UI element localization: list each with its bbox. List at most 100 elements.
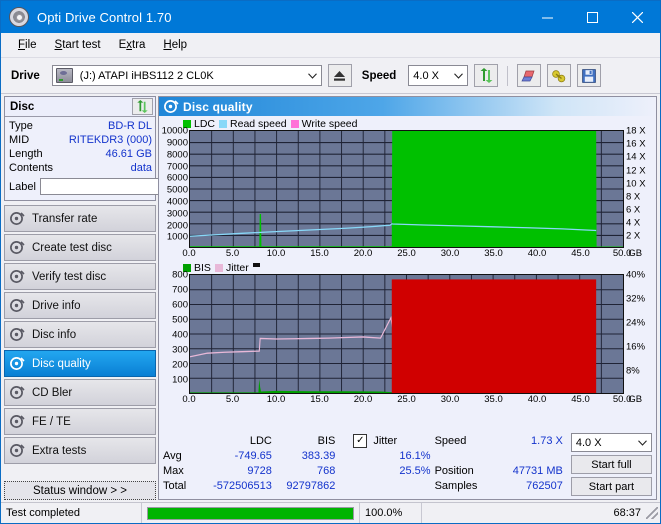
y-tick: 8000 <box>166 149 188 161</box>
save-button[interactable] <box>577 64 602 87</box>
x-axis-unit: GB <box>628 248 643 259</box>
sidebar-item-verify-test-disc[interactable]: Verify test disc <box>4 263 156 290</box>
y-tick: 10000 <box>161 125 188 137</box>
stats-label-avg: Avg <box>163 449 182 462</box>
page-title: Disc quality <box>183 99 253 114</box>
disc-test-icon <box>10 357 25 370</box>
app-body: Disc Type BD-R DL MID RITEKDR3 (000) Len… <box>1 94 660 502</box>
app-icon <box>9 7 29 27</box>
menu-help-rest: elp <box>171 39 188 51</box>
drive-select[interactable]: (J:) ATAPI iHBS112 2 CL0K <box>51 65 322 86</box>
jitter-label: Jitter <box>373 434 398 447</box>
refresh-button[interactable] <box>474 64 499 87</box>
y-tick: 6000 <box>166 172 188 184</box>
drive-icon <box>55 68 73 83</box>
x-tick: 25.0 <box>397 394 416 405</box>
start-part-button[interactable]: Start part <box>570 477 652 496</box>
legend-item-write-speed: Write speed <box>290 117 358 130</box>
jitter-checkbox[interactable]: ✓ <box>353 433 368 448</box>
speed-label: Speed <box>361 69 397 82</box>
menu-file[interactable]: File <box>9 36 46 54</box>
menu-extra-rest: tra <box>132 39 146 51</box>
disc-panel-title: Disc <box>10 100 35 113</box>
legend-swatch-write-speed <box>290 119 299 128</box>
settings-button[interactable] <box>547 64 572 87</box>
stats-jitter-total <box>339 478 434 493</box>
title-bar: Opti Drive Control 1.70 <box>1 1 660 33</box>
x-tick: 45.0 <box>571 248 590 259</box>
stats-col-metric-values: 1.73 X 47731 MB 762507 <box>498 433 567 496</box>
chart2-plot <box>189 274 624 394</box>
y2-tick: 40% <box>626 269 646 281</box>
chart2-x-axis: 0.0 5.0 10.0 15.0 20.0 25.0 30.0 35.0 40.0 45.0 50… <box>182 394 642 407</box>
minimize-button[interactable] <box>525 1 570 33</box>
sidebar-item-drive-info[interactable]: Drive info <box>4 292 156 319</box>
status-window-button[interactable]: Status window > > <box>4 481 156 500</box>
x-tick: 10.0 <box>266 248 286 259</box>
sidebar-item-transfer-rate[interactable]: Transfer rate <box>4 205 156 232</box>
stats-spacer3 <box>498 448 567 463</box>
sidebar-item-disc-quality-label: Disc quality <box>32 357 91 370</box>
y-tick: 2000 <box>166 220 188 232</box>
legend-label-write-speed: Write speed <box>301 117 358 130</box>
menu-start-test[interactable]: Start test <box>46 36 110 54</box>
start-full-button[interactable]: Start full <box>570 455 652 474</box>
elapsed-time: 68:37 <box>421 503 646 523</box>
erase-button[interactable] <box>517 64 542 87</box>
close-button[interactable] <box>615 1 660 33</box>
stats-header-bis: BIS <box>317 434 336 447</box>
menu-extra[interactable]: Extra <box>110 36 155 54</box>
y2-tick: 16% <box>626 341 646 353</box>
legend-swatch-jitter <box>214 263 223 272</box>
maximize-button[interactable] <box>570 1 615 33</box>
sidebar-item-create-test-disc[interactable]: Create test disc <box>4 234 156 261</box>
disc-test-icon <box>10 212 25 225</box>
disc-test-icon <box>10 299 25 312</box>
sidebar-item-disc-info-label: Disc info <box>32 328 77 341</box>
stats-label-samples: Samples <box>434 479 478 492</box>
y-tick: 7000 <box>166 161 188 173</box>
disc-info-rows: Type BD-R DL MID RITEKDR3 (000) Length 4… <box>5 117 241 200</box>
sidebar-item-disc-quality[interactable]: Disc quality <box>4 350 156 377</box>
speed-select[interactable]: 4.0 X <box>408 65 469 86</box>
chart1-legend: LDC Read speed Write speed <box>161 117 654 130</box>
stats-label-speed: Speed <box>434 434 467 447</box>
resize-grip[interactable] <box>646 507 658 519</box>
y2-tick: 14 X <box>626 151 646 163</box>
y-tick: 9000 <box>166 137 188 149</box>
y2-tick: 2 X <box>626 230 641 242</box>
legend-swatch-read-speed <box>219 119 228 128</box>
sidebar-item-disc-info[interactable]: Disc info <box>4 321 156 348</box>
sidebar-item-verify-test-disc-label: Verify test disc <box>32 270 107 283</box>
x-tick: 40.0 <box>527 394 547 405</box>
y-tick: 800 <box>172 269 188 281</box>
test-speed-select[interactable]: 4.0 X <box>570 433 652 452</box>
menu-help[interactable]: Help <box>154 36 196 54</box>
progress-cell <box>141 503 359 523</box>
chart1-plot <box>189 130 624 248</box>
sidebar-item-cd-bler[interactable]: CD Bler <box>4 379 156 406</box>
disc-row-contents-key: Contents <box>9 162 54 174</box>
jitter-checkbox-row[interactable]: ✓ Jitter <box>339 433 434 448</box>
chart2-y-axis: 800 700 600 500 400 300 200 100 <box>161 270 189 394</box>
stats-bis-max: 768 <box>317 464 336 477</box>
eject-button[interactable] <box>327 64 352 87</box>
sidebar-item-extra-tests[interactable]: Extra tests <box>4 437 156 464</box>
sidebar: Disc Type BD-R DL MID RITEKDR3 (000) Len… <box>1 94 241 502</box>
disc-test-icon <box>10 328 25 341</box>
stats-spacer2 <box>435 448 498 463</box>
drive-label: Drive <box>11 69 40 82</box>
stats-label-max: Max <box>163 464 184 477</box>
app-window: Opti Drive Control 1.70 File Start test … <box>0 0 661 524</box>
disc-row-type: Type BD-R DL <box>9 119 152 133</box>
stats-ldc-avg: -749.65 <box>234 449 272 462</box>
sidebar-item-fe-te[interactable]: FE / TE <box>4 408 156 435</box>
disc-refresh-button[interactable] <box>132 98 153 115</box>
y2-tick: 6 X <box>626 204 641 216</box>
disc-panel: Disc Type BD-R DL MID RITEKDR3 (000) Len… <box>4 96 241 201</box>
sidebar-item-create-test-disc-label: Create test disc <box>32 241 112 254</box>
main-panel: Disc quality LDC Read speed Write speed … <box>158 96 657 500</box>
window-controls <box>525 1 660 33</box>
sidebar-item-cd-bler-label: CD Bler <box>32 386 73 399</box>
stats-label-position: Position <box>434 464 474 477</box>
